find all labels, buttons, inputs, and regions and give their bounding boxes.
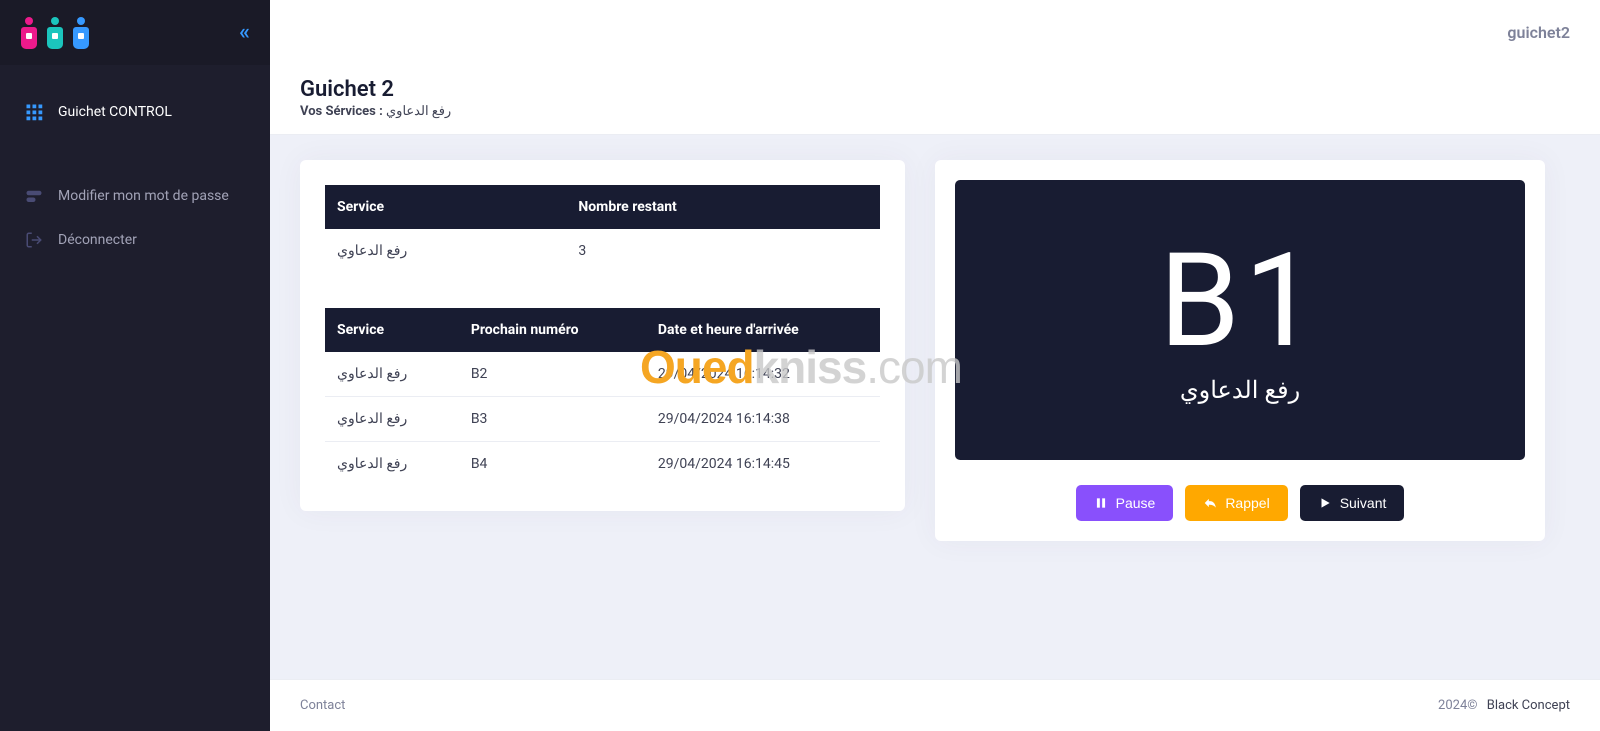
logout-icon — [25, 231, 43, 249]
cell-service: رفع الدعاوي — [325, 229, 566, 273]
subheader: Guichet 2 Vos Sérvices : رفع الدعاوي — [270, 65, 1600, 135]
current-ticket-number: B1 — [1159, 236, 1321, 366]
table-row: رفع الدعاوي B4 29/04/2024 16:14:45 — [325, 442, 880, 487]
logo-person-icon — [72, 17, 90, 49]
th-service: Service — [325, 308, 459, 352]
queue-card: Service Nombre restant رفع الدعاوي 3 Ser… — [300, 160, 905, 511]
button-label: Pause — [1116, 495, 1156, 511]
cell-service: رفع الدعاوي — [325, 352, 459, 397]
toggle-icon — [25, 187, 43, 205]
current-ticket-service: رفع الدعاوي — [1180, 376, 1300, 404]
button-label: Suivant — [1340, 495, 1387, 511]
page-title: Guichet 2 — [300, 77, 1570, 102]
th-remaining: Nombre restant — [566, 185, 880, 229]
cell-service: رفع الدعاوي — [325, 397, 459, 442]
logo-person-icon — [46, 17, 64, 49]
cell-remaining: 3 — [566, 229, 880, 273]
topbar: guichet2 — [270, 0, 1600, 65]
services-label: Vos Sérvices : — [300, 104, 383, 119]
sidebar-header: « — [0, 0, 270, 65]
pause-icon — [1094, 496, 1108, 510]
th-arrival: Date et heure d'arrivée — [646, 308, 880, 352]
cell-arrival: 29/04/2024 16:14:32 — [646, 352, 880, 397]
footer-right: 2024© Black Concept — [1438, 698, 1570, 713]
sidebar-item-deconnecter[interactable]: Déconnecter — [0, 218, 270, 262]
table-row: رفع الدعاوي B3 29/04/2024 16:14:38 — [325, 397, 880, 442]
content: Service Nombre restant رفع الدعاوي 3 Ser… — [270, 135, 1600, 679]
action-row: Pause Rappel Suivant — [955, 485, 1525, 521]
reply-icon — [1203, 496, 1217, 510]
queue-table: Service Prochain numéro Date et heure d'… — [325, 308, 880, 486]
pause-button[interactable]: Pause — [1076, 485, 1174, 521]
current-ticket-display: B1 رفع الدعاوي — [955, 180, 1525, 460]
th-service: Service — [325, 185, 566, 229]
user-label[interactable]: guichet2 — [1507, 23, 1570, 42]
cell-next: B2 — [459, 352, 646, 397]
cell-next: B3 — [459, 397, 646, 442]
sidebar-nav: Guichet CONTROL Modifier mon mot de pass… — [0, 65, 270, 262]
th-next: Prochain numéro — [459, 308, 646, 352]
footer-brand-link[interactable]: Black Concept — [1487, 698, 1570, 713]
button-label: Rappel — [1225, 495, 1269, 511]
services-value: رفع الدعاوي — [386, 104, 451, 119]
summary-table: Service Nombre restant رفع الدعاوي 3 — [325, 185, 880, 273]
cell-next: B4 — [459, 442, 646, 487]
display-card: B1 رفع الدعاوي Pause Rappel Suivant — [935, 160, 1545, 541]
page-subtitle: Vos Sérvices : رفع الدعاوي — [300, 104, 1570, 119]
cell-service: رفع الدعاوي — [325, 442, 459, 487]
sidebar-item-label: Modifier mon mot de passe — [58, 188, 229, 204]
table-row: رفع الدعاوي 3 — [325, 229, 880, 273]
sidebar-collapse-button[interactable]: « — [239, 20, 250, 45]
footer-year: 2024© — [1438, 698, 1477, 713]
footer-contact-link[interactable]: Contact — [300, 698, 345, 713]
table-row: رفع الدعاوي B2 29/04/2024 16:14:32 — [325, 352, 880, 397]
play-icon — [1318, 496, 1332, 510]
main-area: guichet2 Guichet 2 Vos Sérvices : رفع ال… — [270, 0, 1600, 731]
sidebar-item-guichet-control[interactable]: Guichet CONTROL — [0, 90, 270, 134]
logo-person-icon — [20, 17, 38, 49]
sidebar: « Guichet CONTROL Modifier mon mot de pa… — [0, 0, 270, 731]
grid-icon — [25, 103, 43, 121]
sidebar-item-label: Déconnecter — [58, 232, 137, 248]
cell-arrival: 29/04/2024 16:14:38 — [646, 397, 880, 442]
cell-arrival: 29/04/2024 16:14:45 — [646, 442, 880, 487]
sidebar-item-modifier-mdp[interactable]: Modifier mon mot de passe — [0, 174, 270, 218]
suivant-button[interactable]: Suivant — [1300, 485, 1405, 521]
footer: Contact 2024© Black Concept — [270, 679, 1600, 731]
sidebar-item-label: Guichet CONTROL — [58, 104, 172, 120]
rappel-button[interactable]: Rappel — [1185, 485, 1287, 521]
logo[interactable] — [20, 17, 90, 49]
